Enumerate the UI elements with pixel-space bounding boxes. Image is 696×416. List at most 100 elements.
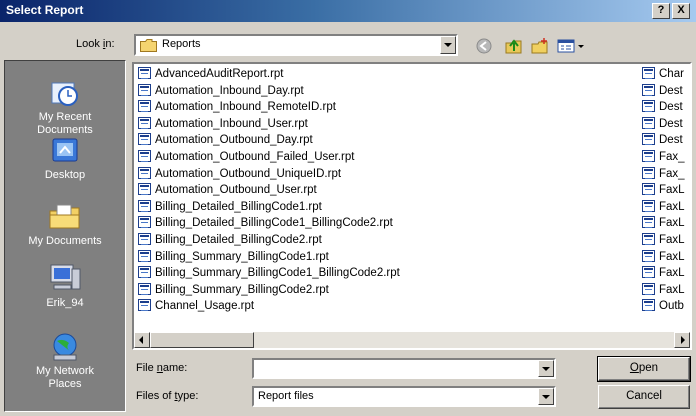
scrollbar-thumb[interactable] — [150, 332, 254, 348]
up-folder-icon[interactable] — [504, 37, 524, 55]
report-file-icon — [642, 249, 655, 262]
close-button[interactable]: X — [672, 3, 690, 19]
place-my-network-places[interactable]: My Network Places — [5, 331, 125, 391]
file-list-item[interactable]: Automation_Outbound_Failed_User.rpt — [138, 149, 354, 165]
file-list-item[interactable]: Billing_Summary_BillingCode1_BillingCode… — [138, 265, 400, 281]
report-file-icon — [138, 282, 151, 295]
cancel-button[interactable]: Cancel — [598, 385, 690, 409]
file-name-text: FaxL — [659, 250, 685, 263]
file-list-item[interactable]: FaxL — [642, 182, 685, 198]
file-list-item[interactable]: AdvancedAuditReport.rpt — [138, 66, 284, 82]
file-list-item[interactable]: Dest — [642, 116, 683, 132]
look-in-value: Reports — [162, 38, 201, 50]
open-button[interactable]: Open — [597, 356, 691, 382]
file-list-item[interactable]: Dest — [642, 99, 683, 115]
my-computer-icon — [50, 264, 81, 290]
place-my-documents[interactable]: My Documents — [5, 201, 125, 248]
file-name-text: Billing_Summary_BillingCode1.rpt — [155, 250, 329, 263]
scroll-right-icon[interactable] — [674, 332, 690, 348]
title-bar[interactable]: Select Report ? X — [0, 0, 696, 22]
file-name-text: FaxL — [659, 267, 685, 280]
up-folder-icon — [505, 39, 522, 54]
file-list-item[interactable]: Dest — [642, 132, 683, 148]
report-file-icon — [642, 266, 655, 279]
report-file-icon — [138, 67, 151, 79]
file-name-text: Billing_Detailed_BillingCode1_BillingCod… — [155, 217, 393, 230]
file-name-text: Dest — [659, 134, 683, 147]
help-button[interactable]: ? — [652, 3, 670, 19]
recent-documents-icon — [51, 82, 78, 106]
report-file-icon — [138, 249, 151, 262]
chevron-down-icon[interactable] — [538, 388, 554, 405]
new-folder-icon — [531, 38, 548, 54]
file-name-text: Automation_Inbound_User.rpt — [155, 117, 308, 130]
file-name-text: Billing_Detailed_BillingCode1.rpt — [155, 200, 322, 213]
file-list-item[interactable]: Billing_Detailed_BillingCode1.rpt — [138, 199, 322, 215]
file-list-item[interactable]: Automation_Inbound_RemoteID.rpt — [138, 99, 336, 115]
back-icon[interactable] — [474, 37, 494, 55]
file-name-text: Billing_Detailed_BillingCode2.rpt — [155, 234, 322, 246]
report-file-icon — [138, 299, 151, 312]
files-of-type-dropdown[interactable]: Report files — [252, 386, 556, 407]
file-name-text: Billing_Summary_BillingCode1_BillingCode… — [155, 267, 400, 280]
file-name-text: Automation_Inbound_RemoteID.rpt — [155, 101, 336, 114]
place-label: My Documents — [28, 235, 102, 247]
file-name-text: Char — [659, 68, 684, 80]
chevron-down-icon[interactable] — [538, 360, 554, 377]
file-list-item[interactable]: FaxL — [642, 249, 685, 265]
file-list-item[interactable]: FaxL — [642, 265, 685, 281]
look-in-dropdown[interactable]: Reports — [134, 34, 458, 56]
horizontal-scrollbar[interactable] — [134, 332, 690, 348]
file-name-text: Fax_ — [659, 167, 685, 180]
file-list-item[interactable]: FaxL — [642, 232, 685, 248]
file-list-item[interactable]: Billing_Detailed_BillingCode1_BillingCod… — [138, 215, 393, 231]
file-list-item[interactable]: Automation_Outbound_UniqueID.rpt — [138, 166, 341, 182]
file-list-item[interactable]: Dest — [642, 83, 683, 99]
report-file-icon — [642, 116, 655, 129]
report-file-icon — [138, 166, 151, 179]
report-file-icon — [642, 150, 655, 162]
file-list-item[interactable]: Automation_Outbound_User.rpt — [138, 182, 317, 198]
place-desktop[interactable]: Desktop — [5, 135, 125, 182]
file-name-text: FaxL — [659, 283, 685, 296]
file-list-item[interactable]: FaxL — [642, 215, 685, 231]
file-list-item[interactable]: Fax_ — [642, 149, 685, 165]
place-my-recent-documents[interactable]: My Recent Documents — [5, 77, 125, 137]
file-list-item[interactable]: Char — [642, 66, 684, 82]
report-file-icon — [642, 100, 655, 113]
file-list-item[interactable]: FaxL — [642, 282, 685, 298]
file-list-item[interactable]: FaxL — [642, 199, 685, 215]
file-name-text: Automation_Outbound_Failed_User.rpt — [155, 151, 355, 163]
report-file-icon — [642, 299, 655, 312]
report-file-icon — [642, 133, 655, 146]
place-my-computer[interactable]: Erik_94 — [5, 261, 125, 310]
new-folder-icon[interactable] — [530, 37, 550, 55]
file-name-field[interactable] — [252, 358, 556, 379]
file-name-text: Channel_Usage.rpt — [155, 300, 255, 313]
report-file-icon — [138, 83, 151, 96]
file-name-text: FaxL — [659, 184, 685, 197]
report-file-icon — [138, 183, 151, 196]
file-list[interactable]: Outb FaxL FaxL FaxL FaxL FaxL FaxL FaxL Fax_ Fax_… — [132, 62, 692, 350]
chevron-down-icon[interactable] — [440, 36, 456, 54]
file-name-text: Dest — [659, 84, 683, 97]
file-list-item[interactable]: Outb — [642, 298, 684, 314]
file-list-item[interactable]: Billing_Summary_BillingCode1.rpt — [138, 249, 329, 265]
scroll-left-icon[interactable] — [134, 332, 150, 348]
place-label: My Network Places — [35, 365, 95, 390]
place-label: Desktop — [44, 169, 86, 181]
report-file-icon — [138, 150, 151, 162]
report-file-icon — [138, 266, 151, 279]
folder-icon — [140, 39, 157, 52]
file-list-item[interactable]: Billing_Summary_BillingCode2.rpt — [138, 282, 329, 298]
file-list-item[interactable]: Fax_ — [642, 166, 685, 182]
file-list-item[interactable]: Automation_Inbound_Day.rpt — [138, 83, 304, 99]
file-list-item[interactable]: Channel_Usage.rpt — [138, 298, 254, 314]
file-list-item[interactable]: Automation_Outbound_Day.rpt — [138, 132, 313, 148]
report-file-icon — [138, 133, 151, 146]
file-list-item[interactable]: Billing_Detailed_BillingCode2.rpt — [138, 232, 322, 248]
file-name-text: FaxL — [659, 217, 685, 230]
file-list-item[interactable]: Automation_Inbound_User.rpt — [138, 116, 308, 132]
file-name-text: AdvancedAuditReport.rpt — [155, 68, 284, 80]
views-menu-icon[interactable] — [556, 37, 592, 55]
